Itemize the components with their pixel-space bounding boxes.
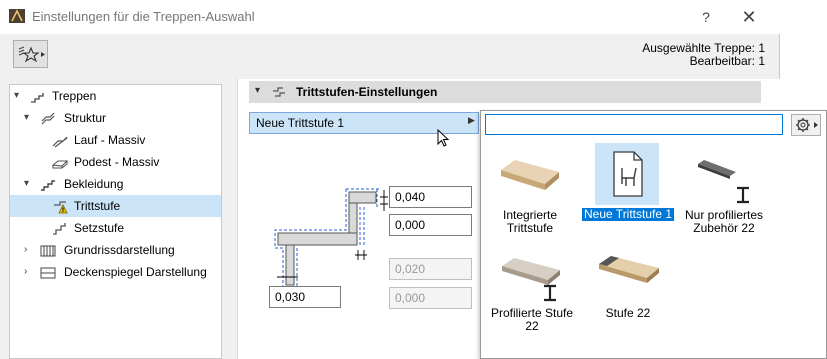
tree-item-podest[interactable]: Podest - Massiv [10,151,221,173]
tree-item-label: Trittstufe [74,199,121,213]
landing-icon [51,155,69,169]
chevron-down-icon[interactable]: ▾ [24,107,34,129]
favorites-star-icon [18,46,45,63]
tree-item-label: Treppen [52,89,97,103]
chevron-right-icon: ▶ [468,115,475,125]
library-item-label-line: Trittstufe [506,221,554,235]
chevron-down-icon[interactable]: ▾ [14,85,24,107]
riser-icon [52,221,68,235]
nosing-field: 0,020 [389,258,472,280]
library-options-button[interactable] [791,114,821,136]
selected-stairs-count: Ausgewählte Treppe: 1 [642,41,765,55]
window-title: Einstellungen für die Treppen-Auswahl [32,9,255,24]
tree-item-deckenspiegel[interactable]: › Deckenspiegel Darstellung [10,261,221,283]
help-button[interactable]: ? [692,6,720,28]
settings-tree: ▾ Treppen ▾ Struktur Lauf - Massiv Podes… [9,84,222,359]
tree-item-lauf[interactable]: Lauf - Massiv [10,129,221,151]
tree-item-trittstufe[interactable]: Trittstufe [10,195,221,217]
section-title: Trittstufen-Einstellungen [296,85,438,99]
editable-count: Bearbeitbar: 1 [689,54,765,68]
close-button[interactable]: ✕ [733,5,765,29]
flight-icon [52,133,68,148]
nosing-offset-field: 0,000 [389,287,472,309]
chevron-right-icon[interactable]: › [24,239,34,261]
mouse-cursor-icon [437,129,450,147]
tread-warning-icon [52,199,68,214]
library-item-label-line: 22 [525,319,539,333]
profiled-step-icon[interactable] [498,254,568,304]
library-item-label[interactable]: Nur profiliertes Zubehör 22 [678,209,770,235]
tree-item-label: Deckenspiegel Darstellung [64,265,207,279]
floor-plan-icon [40,243,56,257]
tree-item-bekleidung[interactable]: ▾ Bekleidung [10,173,221,195]
stair-icon [30,89,46,103]
gear-icon [796,118,818,132]
ceiling-plan-icon [40,265,56,279]
tread-depth-field[interactable]: 0,030 [269,286,341,308]
tree-item-label: Grundrissdarstellung [64,243,175,257]
tree-item-setzstufe[interactable]: Setzstufe [10,217,221,239]
tread-thickness-field[interactable]: 0,040 [389,186,472,208]
tread-offset-field[interactable]: 0,000 [389,214,472,236]
step-22-icon[interactable] [595,254,665,294]
library-item-label[interactable]: Profilierte Stufe 22 [486,307,578,333]
profiled-accessory-icon[interactable] [694,158,758,208]
new-document-chair-icon[interactable] [608,150,648,198]
tree-item-treppen[interactable]: ▾ Treppen [10,85,221,107]
tree-item-label: Lauf - Massiv [74,133,146,147]
tree-item-label: Bekleidung [64,177,124,191]
chevron-down-icon[interactable]: ▾ [255,85,260,96]
tree-item-grundriss[interactable]: › Grundrissdarstellung [10,239,221,261]
library-search-input[interactable] [485,114,783,135]
tree-item-label: Struktur [64,111,107,125]
tree-item-label: Setzstufe [74,221,125,235]
library-item-label[interactable]: Integrierte Trittstufe [485,209,575,235]
tree-item-struktur[interactable]: ▾ Struktur [10,107,221,129]
tread-type-value: Neue Trittstufe 1 [256,116,345,130]
library-item-label[interactable]: Stufe 22 [586,307,670,320]
favorites-button[interactable] [13,40,48,68]
tread-section-icon [273,87,285,97]
app-logo-icon [9,9,25,23]
finish-icon [40,177,56,191]
structure-icon [40,111,56,125]
tree-item-label: Podest - Massiv [74,155,160,169]
library-item-label-selected[interactable]: Neue Trittstufe 1 [582,208,675,221]
integrated-tread-icon[interactable] [497,156,561,200]
library-item-label-line: Zubehör 22 [693,221,755,235]
chevron-right-icon[interactable]: › [24,261,34,283]
chevron-down-icon[interactable]: ▾ [24,173,34,195]
